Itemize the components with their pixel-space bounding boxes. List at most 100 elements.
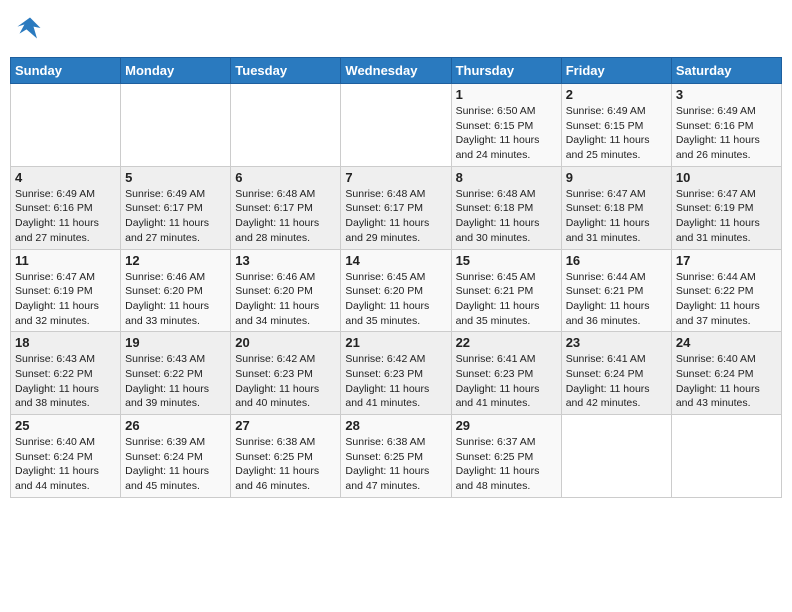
day-info: Sunrise: 6:37 AM Sunset: 6:25 PM Dayligh… — [456, 435, 557, 494]
calendar-cell: 8 Sunrise: 6:48 AM Sunset: 6:18 PM Daylig… — [451, 166, 561, 249]
day-info: Sunrise: 6:48 AM Sunset: 6:17 PM Dayligh… — [345, 187, 446, 246]
calendar-table: SundayMondayTuesdayWednesdayThursdayFrid… — [10, 57, 782, 498]
day-info: Sunrise: 6:38 AM Sunset: 6:25 PM Dayligh… — [235, 435, 336, 494]
day-number: 16 — [566, 253, 667, 268]
day-number: 20 — [235, 335, 336, 350]
calendar-cell: 21 Sunrise: 6:42 AM Sunset: 6:23 PM Dayli… — [341, 332, 451, 415]
day-number: 1 — [456, 87, 557, 102]
calendar-cell: 25 Sunrise: 6:40 AM Sunset: 6:24 PM Dayli… — [11, 415, 121, 498]
day-number: 10 — [676, 170, 777, 185]
calendar-cell: 4 Sunrise: 6:49 AM Sunset: 6:16 PM Daylig… — [11, 166, 121, 249]
calendar-cell: 2 Sunrise: 6:49 AM Sunset: 6:15 PM Daylig… — [561, 84, 671, 167]
calendar-cell: 27 Sunrise: 6:38 AM Sunset: 6:25 PM Dayli… — [231, 415, 341, 498]
day-info: Sunrise: 6:42 AM Sunset: 6:23 PM Dayligh… — [235, 352, 336, 411]
day-info: Sunrise: 6:43 AM Sunset: 6:22 PM Dayligh… — [15, 352, 116, 411]
weekday-header-thursday: Thursday — [451, 58, 561, 84]
calendar-cell — [561, 415, 671, 498]
calendar-week-2: 4 Sunrise: 6:49 AM Sunset: 6:16 PM Daylig… — [11, 166, 782, 249]
day-info: Sunrise: 6:45 AM Sunset: 6:21 PM Dayligh… — [456, 270, 557, 329]
calendar-cell: 11 Sunrise: 6:47 AM Sunset: 6:19 PM Dayli… — [11, 249, 121, 332]
header — [10, 10, 782, 51]
day-info: Sunrise: 6:47 AM Sunset: 6:19 PM Dayligh… — [15, 270, 116, 329]
day-number: 8 — [456, 170, 557, 185]
day-info: Sunrise: 6:40 AM Sunset: 6:24 PM Dayligh… — [676, 352, 777, 411]
day-number: 22 — [456, 335, 557, 350]
calendar-cell: 23 Sunrise: 6:41 AM Sunset: 6:24 PM Dayli… — [561, 332, 671, 415]
calendar-cell: 16 Sunrise: 6:44 AM Sunset: 6:21 PM Dayli… — [561, 249, 671, 332]
day-info: Sunrise: 6:49 AM Sunset: 6:16 PM Dayligh… — [15, 187, 116, 246]
calendar-cell — [671, 415, 781, 498]
day-info: Sunrise: 6:41 AM Sunset: 6:24 PM Dayligh… — [566, 352, 667, 411]
weekday-header-sunday: Sunday — [11, 58, 121, 84]
calendar-week-5: 25 Sunrise: 6:40 AM Sunset: 6:24 PM Dayli… — [11, 415, 782, 498]
calendar-cell — [231, 84, 341, 167]
calendar-week-3: 11 Sunrise: 6:47 AM Sunset: 6:19 PM Dayli… — [11, 249, 782, 332]
day-number: 19 — [125, 335, 226, 350]
day-number: 4 — [15, 170, 116, 185]
calendar-cell: 28Sunrise: 6:38 AM Sunset: 6:25 PM Dayli… — [341, 415, 451, 498]
calendar-week-4: 18 Sunrise: 6:43 AM Sunset: 6:22 PM Dayli… — [11, 332, 782, 415]
day-number: 11 — [15, 253, 116, 268]
calendar-cell: 22 Sunrise: 6:41 AM Sunset: 6:23 PM Dayli… — [451, 332, 561, 415]
day-info: Sunrise: 6:50 AM Sunset: 6:15 PM Dayligh… — [456, 104, 557, 163]
calendar-cell — [11, 84, 121, 167]
weekday-header-saturday: Saturday — [671, 58, 781, 84]
day-info: Sunrise: 6:47 AM Sunset: 6:19 PM Dayligh… — [676, 187, 777, 246]
calendar-cell: 15Sunrise: 6:45 AM Sunset: 6:21 PM Dayli… — [451, 249, 561, 332]
day-number: 2 — [566, 87, 667, 102]
day-number: 28 — [345, 418, 446, 433]
weekday-header-wednesday: Wednesday — [341, 58, 451, 84]
calendar-cell: 24Sunrise: 6:40 AM Sunset: 6:24 PM Dayli… — [671, 332, 781, 415]
day-info: Sunrise: 6:41 AM Sunset: 6:23 PM Dayligh… — [456, 352, 557, 411]
weekday-header-friday: Friday — [561, 58, 671, 84]
day-info: Sunrise: 6:49 AM Sunset: 6:16 PM Dayligh… — [676, 104, 777, 163]
day-number: 12 — [125, 253, 226, 268]
calendar-cell: 7 Sunrise: 6:48 AM Sunset: 6:17 PM Daylig… — [341, 166, 451, 249]
day-info: Sunrise: 6:42 AM Sunset: 6:23 PM Dayligh… — [345, 352, 446, 411]
calendar-cell: 9 Sunrise: 6:47 AM Sunset: 6:18 PM Daylig… — [561, 166, 671, 249]
calendar-cell: 26 Sunrise: 6:39 AM Sunset: 6:24 PM Dayli… — [121, 415, 231, 498]
day-number: 5 — [125, 170, 226, 185]
day-number: 18 — [15, 335, 116, 350]
day-info: Sunrise: 6:46 AM Sunset: 6:20 PM Dayligh… — [235, 270, 336, 329]
calendar-cell: 13Sunrise: 6:46 AM Sunset: 6:20 PM Dayli… — [231, 249, 341, 332]
calendar-cell: 6 Sunrise: 6:48 AM Sunset: 6:17 PM Daylig… — [231, 166, 341, 249]
calendar-cell: 19 Sunrise: 6:43 AM Sunset: 6:22 PM Dayli… — [121, 332, 231, 415]
calendar-cell — [341, 84, 451, 167]
weekday-header-monday: Monday — [121, 58, 231, 84]
calendar-cell: 18 Sunrise: 6:43 AM Sunset: 6:22 PM Dayli… — [11, 332, 121, 415]
day-info: Sunrise: 6:46 AM Sunset: 6:20 PM Dayligh… — [125, 270, 226, 329]
day-number: 29 — [456, 418, 557, 433]
day-number: 26 — [125, 418, 226, 433]
calendar-cell: 1 Sunrise: 6:50 AM Sunset: 6:15 PM Daylig… — [451, 84, 561, 167]
calendar-cell — [121, 84, 231, 167]
day-info: Sunrise: 6:48 AM Sunset: 6:17 PM Dayligh… — [235, 187, 336, 246]
day-number: 25 — [15, 418, 116, 433]
logo-bird-icon — [16, 14, 44, 42]
calendar-cell: 3 Sunrise: 6:49 AM Sunset: 6:16 PM Daylig… — [671, 84, 781, 167]
day-info: Sunrise: 6:48 AM Sunset: 6:18 PM Dayligh… — [456, 187, 557, 246]
day-number: 3 — [676, 87, 777, 102]
day-number: 6 — [235, 170, 336, 185]
day-number: 17 — [676, 253, 777, 268]
day-number: 23 — [566, 335, 667, 350]
day-info: Sunrise: 6:39 AM Sunset: 6:24 PM Dayligh… — [125, 435, 226, 494]
day-info: Sunrise: 6:44 AM Sunset: 6:21 PM Dayligh… — [566, 270, 667, 329]
day-info: Sunrise: 6:49 AM Sunset: 6:15 PM Dayligh… — [566, 104, 667, 163]
day-number: 21 — [345, 335, 446, 350]
calendar-cell: 14Sunrise: 6:45 AM Sunset: 6:20 PM Dayli… — [341, 249, 451, 332]
calendar-cell: 20 Sunrise: 6:42 AM Sunset: 6:23 PM Dayli… — [231, 332, 341, 415]
calendar-cell: 5 Sunrise: 6:49 AM Sunset: 6:17 PM Daylig… — [121, 166, 231, 249]
day-info: Sunrise: 6:49 AM Sunset: 6:17 PM Dayligh… — [125, 187, 226, 246]
day-number: 27 — [235, 418, 336, 433]
weekday-header-tuesday: Tuesday — [231, 58, 341, 84]
day-info: Sunrise: 6:40 AM Sunset: 6:24 PM Dayligh… — [15, 435, 116, 494]
day-number: 7 — [345, 170, 446, 185]
calendar-cell: 12 Sunrise: 6:46 AM Sunset: 6:20 PM Dayli… — [121, 249, 231, 332]
calendar-cell: 29 Sunrise: 6:37 AM Sunset: 6:25 PM Dayli… — [451, 415, 561, 498]
calendar-cell: 17Sunrise: 6:44 AM Sunset: 6:22 PM Dayli… — [671, 249, 781, 332]
calendar-cell: 10 Sunrise: 6:47 AM Sunset: 6:19 PM Dayli… — [671, 166, 781, 249]
day-number: 9 — [566, 170, 667, 185]
day-info: Sunrise: 6:43 AM Sunset: 6:22 PM Dayligh… — [125, 352, 226, 411]
day-info: Sunrise: 6:47 AM Sunset: 6:18 PM Dayligh… — [566, 187, 667, 246]
